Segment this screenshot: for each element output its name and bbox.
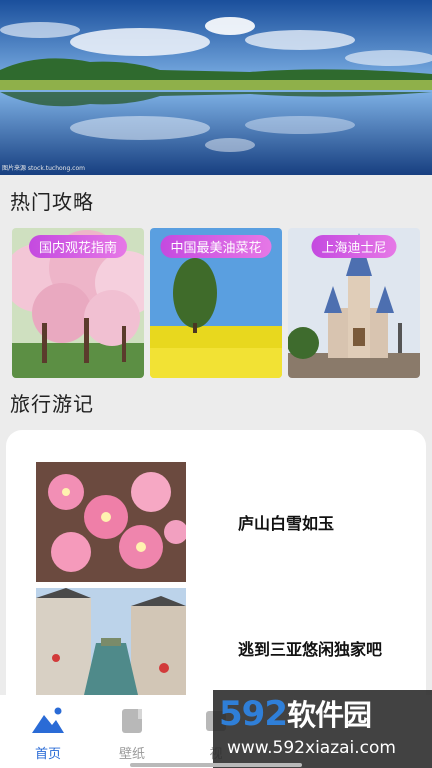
hot-guides-row: 国内观花指南 中国最美油菜花 上海迪士尼 xyxy=(12,228,420,378)
watermark-text: 软件园 xyxy=(286,698,372,732)
note-thumbnail xyxy=(36,462,186,582)
hot-card-disney[interactable]: 上海迪士尼 xyxy=(288,228,420,378)
hot-card-tag: 国内观花指南 xyxy=(28,235,128,258)
home-indicator xyxy=(130,763,302,767)
note-thumbnail xyxy=(36,588,186,708)
watermark-url: www.592xiazai.com xyxy=(227,738,396,758)
top-banner[interactable]: 图片来源 stock.tuchong.com xyxy=(0,0,432,175)
travel-notes-title: 旅行游记 xyxy=(10,392,94,416)
hot-card-flower-guide[interactable]: 国内观花指南 xyxy=(12,228,144,378)
mountain-icon xyxy=(32,707,64,733)
tab-label: 首页 xyxy=(34,747,61,762)
pink-blossom-image xyxy=(36,462,186,582)
water-town-image xyxy=(36,588,186,708)
tab-label: 壁纸 xyxy=(118,747,145,762)
hot-guides-title: 热门攻略 xyxy=(10,190,94,214)
wallpaper-icon xyxy=(122,709,142,733)
travel-note-item[interactable]: 庐山白雪如玉 xyxy=(36,462,426,582)
watermark-number: 592 xyxy=(219,694,288,734)
tab-home[interactable]: 首页 xyxy=(0,695,96,768)
site-watermark: 592软件园 www.592xiazai.com xyxy=(213,690,432,768)
note-title: 逃到三亚悠闲独家吧 xyxy=(238,640,383,659)
hot-card-rapeseed[interactable]: 中国最美油菜花 xyxy=(150,228,282,378)
hot-card-tag: 中国最美油菜花 xyxy=(160,235,272,258)
lake-landscape-image xyxy=(0,0,432,175)
banner-credit: 图片来源 stock.tuchong.com xyxy=(2,165,85,172)
hot-card-tag: 上海迪士尼 xyxy=(311,235,397,258)
note-title: 庐山白雪如玉 xyxy=(238,514,335,533)
watermark-logo: 592软件园 xyxy=(219,692,372,734)
travel-notes-panel: 庐山白雪如玉 逃到三亚悠闲独家吧 xyxy=(6,430,426,730)
tab-wallpaper[interactable]: 壁纸 xyxy=(84,695,180,768)
